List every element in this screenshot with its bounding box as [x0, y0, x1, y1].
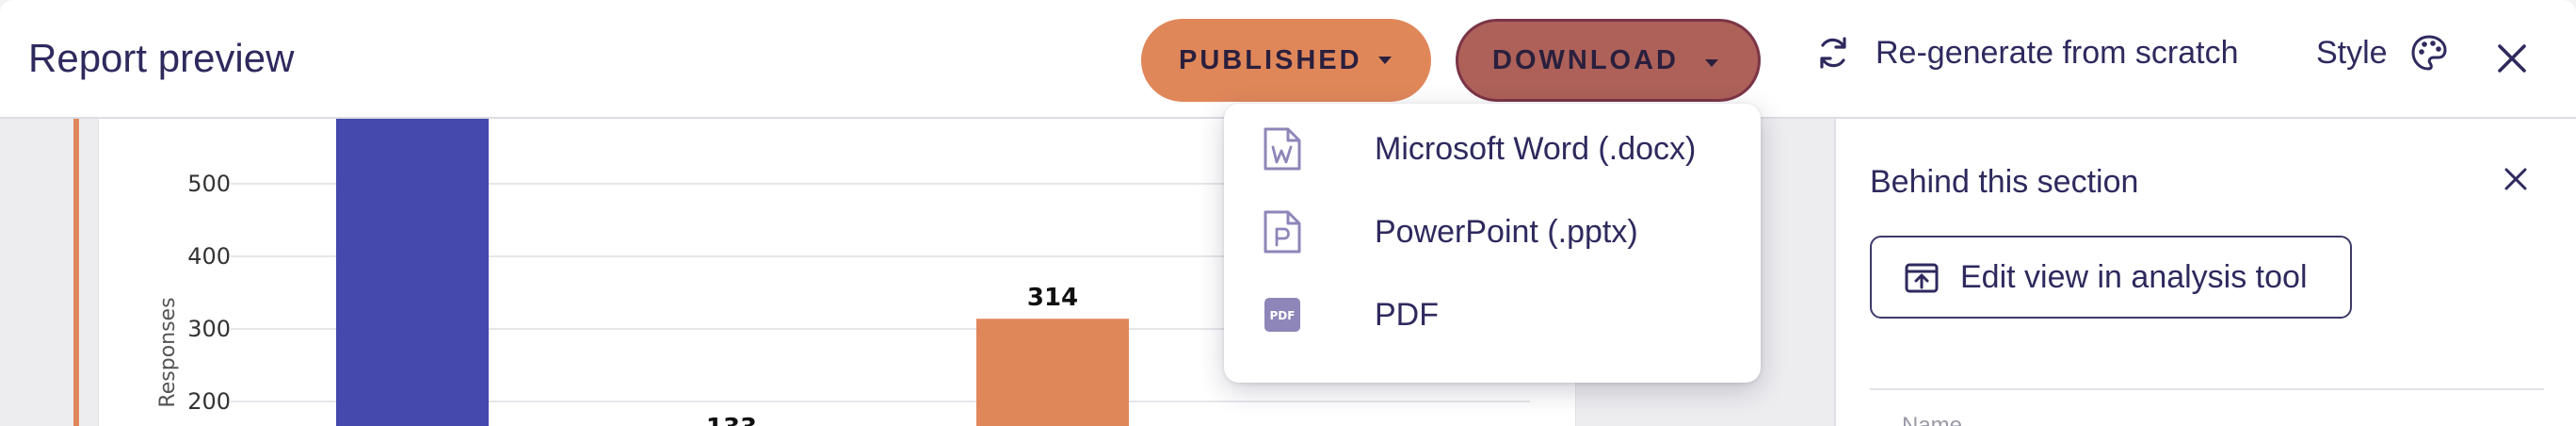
pdf-file-icon: PDF — [1264, 298, 1300, 332]
y-tick-labels: 200 300 400 500 — [187, 171, 231, 415]
regenerate-label: Re-generate from scratch — [1876, 34, 2239, 71]
name-field-label: Name — [1902, 413, 1963, 426]
menu-item-powerpoint[interactable]: PowerPoint (.pptx) — [1224, 190, 1761, 273]
bar — [976, 319, 1129, 426]
y-tick-label: 200 — [187, 388, 231, 415]
menu-item-pdf[interactable]: PDF PDF — [1224, 273, 1761, 356]
chevron-down-icon — [1705, 59, 1718, 67]
menu-item-label: Microsoft Word (.docx) — [1375, 130, 1697, 167]
y-tick-label: 400 — [187, 243, 231, 270]
refresh-icon — [1820, 37, 1846, 69]
bar — [336, 119, 489, 426]
published-label: PUBLISHED — [1179, 44, 1362, 75]
side-panel-divider — [1870, 388, 2544, 390]
svg-text:PDF: PDF — [1270, 309, 1296, 322]
top-bar: Report preview PUBLISHED DOWNLOAD Re-gen… — [0, 0, 2576, 119]
y-axis-title: Responses — [156, 297, 180, 407]
download-menu: Microsoft Word (.docx) PowerPoint (.pptx… — [1224, 104, 1761, 383]
bar-data-label: 314 — [1027, 284, 1078, 312]
powerpoint-file-icon — [1264, 210, 1301, 254]
y-tick-label: 300 — [187, 316, 231, 342]
section-accent-bar — [73, 119, 79, 426]
y-tick-label: 500 — [187, 171, 231, 197]
edit-button-label: Edit view in analysis tool — [1960, 258, 2308, 295]
chart-bars: 314 133 — [336, 119, 1129, 426]
section-details-panel: Behind this section Edit view in analysi… — [1834, 119, 2576, 426]
word-file-icon — [1264, 127, 1301, 171]
download-button[interactable]: DOWNLOAD — [1456, 19, 1761, 102]
chevron-down-icon — [1378, 57, 1392, 64]
open-external-icon — [1905, 263, 1939, 293]
edit-in-analysis-tool-button[interactable]: Edit view in analysis tool — [1870, 236, 2352, 319]
menu-item-label: PowerPoint (.pptx) — [1375, 213, 1638, 250]
download-label: DOWNLOAD — [1492, 44, 1679, 75]
style-label: Style — [2316, 34, 2388, 71]
close-icon — [2498, 44, 2526, 73]
side-panel-title: Behind this section — [1870, 164, 2139, 200]
side-panel-close-button[interactable] — [2499, 162, 2533, 196]
regenerate-button[interactable]: Re-generate from scratch — [1815, 34, 2239, 72]
close-preview-button[interactable] — [2491, 38, 2533, 79]
menu-item-label: PDF — [1375, 296, 1439, 333]
page-title: Report preview — [28, 36, 295, 80]
style-button[interactable]: Style — [2316, 34, 2448, 72]
palette-icon — [2411, 35, 2447, 71]
menu-item-word[interactable]: Microsoft Word (.docx) — [1224, 107, 1761, 190]
published-status-button[interactable]: PUBLISHED — [1141, 19, 1431, 102]
bar-data-label: 133 — [706, 414, 757, 426]
close-icon — [2504, 168, 2527, 190]
